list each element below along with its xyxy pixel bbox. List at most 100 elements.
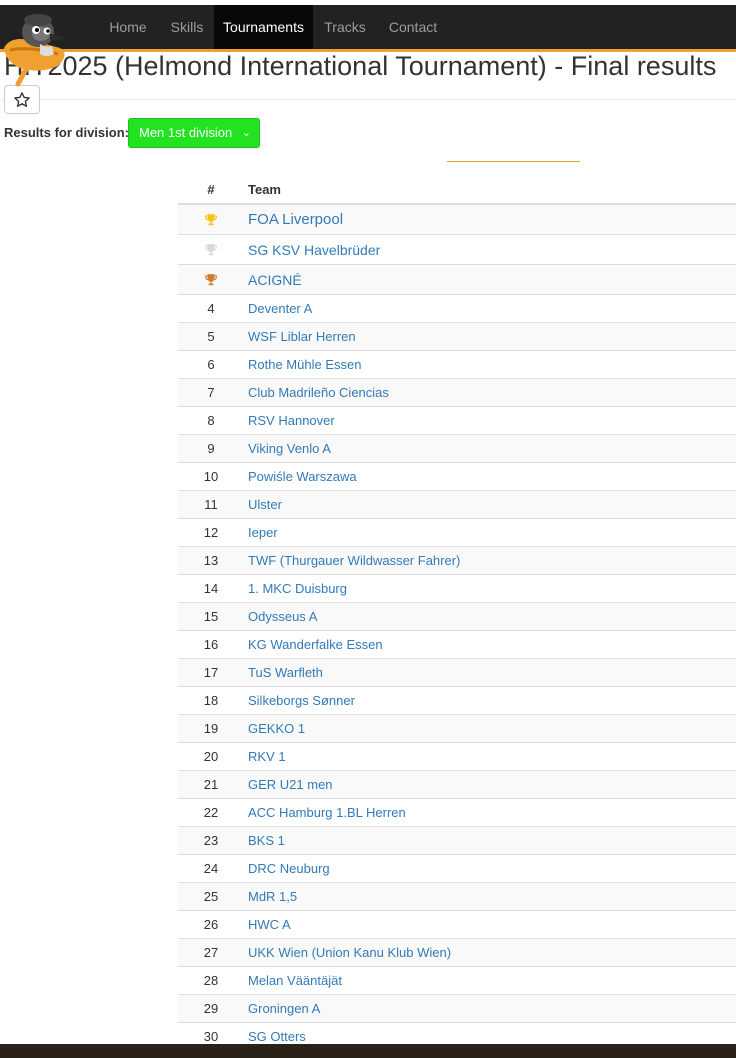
team-link[interactable]: Odysseus A — [248, 609, 317, 624]
team-link[interactable]: MdR 1,5 — [248, 889, 297, 904]
team-link[interactable]: SG Otters — [248, 1029, 306, 1044]
team-link[interactable]: RSV Hannover — [248, 413, 335, 428]
team-link[interactable]: HWC A — [248, 917, 291, 932]
rank-cell: 18 — [178, 686, 244, 715]
table-row: 25 MdR 1,5 — [178, 882, 736, 911]
team-cell: Powiśle Warszawa — [244, 462, 736, 491]
page-title: HIT2025 (Helmond International Tournamen… — [4, 51, 717, 81]
table-row: 8 RSV Hannover — [178, 406, 736, 435]
team-link[interactable]: Rothe Mühle Essen — [248, 357, 361, 372]
rank-cell: 26 — [178, 910, 244, 939]
team-cell: ACIGNÉ — [244, 264, 736, 295]
team-cell: Silkeborgs Sønner — [244, 686, 736, 715]
team-cell: Club Madrileño Ciencias — [244, 378, 736, 407]
team-link[interactable]: DRC Neuburg — [248, 861, 330, 876]
rank-cell: 6 — [178, 350, 244, 379]
team-link[interactable]: KG Wanderfalke Essen — [248, 637, 383, 652]
nav-tournaments[interactable]: Tournaments — [214, 5, 313, 49]
team-link[interactable]: WSF Liblar Herren — [248, 329, 356, 344]
rank-cell: 28 — [178, 966, 244, 995]
rank-cell — [178, 264, 244, 295]
division-select[interactable]: Men 1st division ⌄ — [128, 118, 260, 148]
silver-trophy-icon — [205, 244, 217, 256]
table-row: 29 Groningen A — [178, 994, 736, 1023]
table-row: 15 Odysseus A — [178, 602, 736, 631]
team-cell: FOA Liverpool — [244, 203, 736, 235]
team-link[interactable]: SG KSV Havelbrüder — [248, 242, 380, 258]
table-header-row: # Team — [178, 176, 736, 205]
team-link[interactable]: 1. MKC Duisburg — [248, 581, 347, 596]
rank-cell — [178, 203, 244, 235]
nav-home[interactable]: Home — [96, 5, 160, 49]
rank-cell: 16 — [178, 630, 244, 659]
team-cell: RKV 1 — [244, 742, 736, 771]
rank-cell: 13 — [178, 546, 244, 575]
team-link[interactable]: Viking Venlo A — [248, 441, 331, 456]
team-cell: MdR 1,5 — [244, 882, 736, 911]
team-link[interactable]: RKV 1 — [248, 749, 286, 764]
team-link[interactable]: GEKKO 1 — [248, 721, 305, 736]
rank-cell: 4 — [178, 294, 244, 323]
rank-cell: 11 — [178, 490, 244, 519]
team-link[interactable]: UKK Wien (Union Kanu Klub Wien) — [248, 945, 451, 960]
team-link[interactable]: GER U21 men — [248, 777, 333, 792]
footer-bar — [0, 1044, 736, 1058]
team-link[interactable]: Powiśle Warszawa — [248, 469, 357, 484]
team-link[interactable]: Ieper — [248, 525, 278, 540]
team-cell: Odysseus A — [244, 602, 736, 631]
team-cell: TWF (Thurgauer Wildwasser Fahrer) — [244, 546, 736, 575]
team-link[interactable]: Deventer A — [248, 301, 312, 316]
team-cell: Ulster — [244, 490, 736, 519]
team-cell: Rothe Mühle Essen — [244, 350, 736, 379]
team-column-header: Team — [244, 176, 736, 205]
team-cell: Viking Venlo A — [244, 434, 736, 463]
rank-cell: 8 — [178, 406, 244, 435]
navbar: Home Skills Tournaments Tracks Contact — [0, 5, 736, 52]
table-row: 12 Ieper — [178, 518, 736, 547]
team-link[interactable]: Groningen A — [248, 1001, 320, 1016]
star-outline-icon — [14, 91, 30, 107]
team-link[interactable]: TuS Warfleth — [248, 665, 323, 680]
table-row: 13 TWF (Thurgauer Wildwasser Fahrer) — [178, 546, 736, 575]
table-row: 26 HWC A — [178, 910, 736, 939]
rank-cell: 21 — [178, 770, 244, 799]
team-link[interactable]: Ulster — [248, 497, 282, 512]
table-row: 18 Silkeborgs Sønner — [178, 686, 736, 715]
rank-cell: 23 — [178, 826, 244, 855]
rank-cell: 10 — [178, 462, 244, 491]
table-row: 11 Ulster — [178, 490, 736, 519]
rank-cell: 14 — [178, 574, 244, 603]
team-link[interactable]: ACIGNÉ — [248, 272, 302, 288]
table-row: 20 RKV 1 — [178, 742, 736, 771]
team-cell: DRC Neuburg — [244, 854, 736, 883]
kayak-mascot-logo[interactable] — [0, 4, 84, 88]
team-cell: Melan Vääntäjät — [244, 966, 736, 995]
table-row: 6 Rothe Mühle Essen — [178, 350, 736, 379]
team-link[interactable]: TWF (Thurgauer Wildwasser Fahrer) — [248, 553, 460, 568]
rank-cell: 5 — [178, 322, 244, 351]
table-row: 9 Viking Venlo A — [178, 434, 736, 463]
team-link[interactable]: Silkeborgs Sønner — [248, 693, 355, 708]
team-cell: 1. MKC Duisburg — [244, 574, 736, 603]
rank-column-header: # — [178, 176, 244, 205]
team-link[interactable]: ACC Hamburg 1.BL Herren — [248, 805, 406, 820]
table-row: 24 DRC Neuburg — [178, 854, 736, 883]
rank-cell: 7 — [178, 378, 244, 407]
rank-cell: 25 — [178, 882, 244, 911]
table-row: FOA Liverpool — [178, 203, 736, 235]
table-row: SG KSV Havelbrüder — [178, 234, 736, 265]
table-row: 10 Powiśle Warszawa — [178, 462, 736, 491]
nav-contact[interactable]: Contact — [377, 5, 449, 49]
table-row: 4 Deventer A — [178, 294, 736, 323]
bronze-trophy-icon — [205, 274, 217, 286]
team-link[interactable]: Club Madrileño Ciencias — [248, 385, 389, 400]
nav-tracks[interactable]: Tracks — [313, 5, 377, 49]
nav-skills[interactable]: Skills — [160, 5, 214, 49]
team-link[interactable]: BKS 1 — [248, 833, 285, 848]
team-link[interactable]: Melan Vääntäjät — [248, 973, 342, 988]
rank-cell: 17 — [178, 658, 244, 687]
favorite-button[interactable] — [4, 85, 40, 114]
table-row: 21 GER U21 men — [178, 770, 736, 799]
team-link[interactable]: FOA Liverpool — [248, 211, 343, 228]
rank-cell: 12 — [178, 518, 244, 547]
